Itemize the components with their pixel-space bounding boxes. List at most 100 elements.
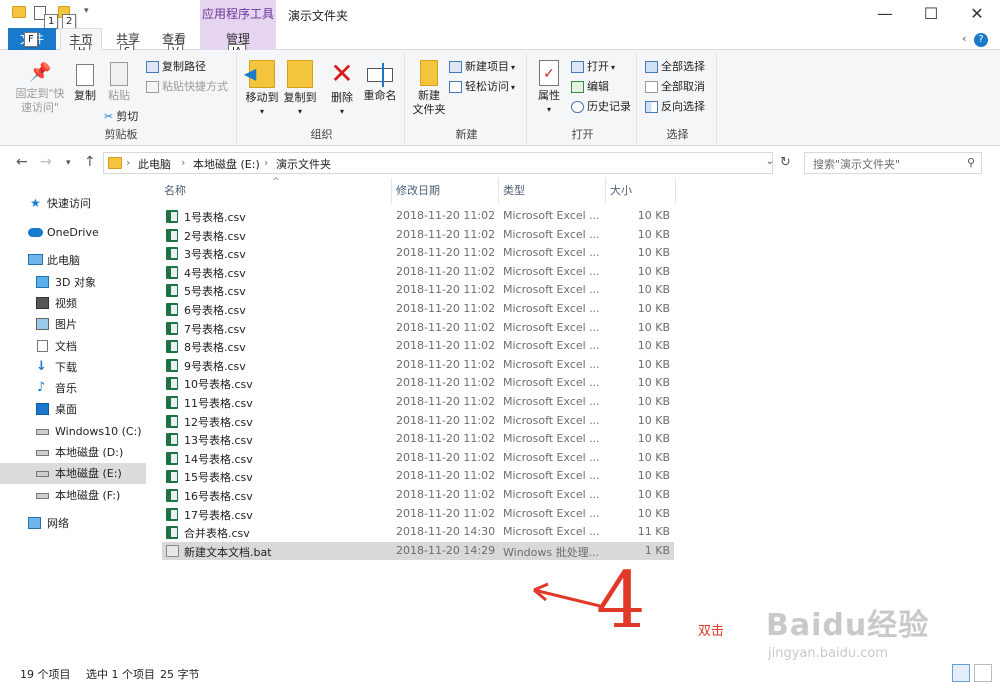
nav-item-quick-access[interactable]: ★ 快速访问 [0, 193, 146, 214]
nav-item-onedrive[interactable]: OneDrive [0, 222, 146, 243]
rename-button[interactable]: 重命名 [361, 56, 399, 103]
history-button[interactable]: 历史记录 [571, 98, 631, 116]
table-row[interactable]: 10号表格.csv 2018-11-20 11:02 Microsoft Excel… [162, 374, 674, 393]
star-icon: ★ [30, 196, 41, 210]
copy-button[interactable]: 复制 [70, 56, 100, 103]
new-folder-button[interactable]: 新建 文件夹 [411, 56, 447, 117]
address-history-dropdown-icon[interactable]: ⌄ [766, 156, 774, 167]
up-arrow-icon[interactable]: ↑ [84, 154, 96, 170]
nav-item-drive-d[interactable]: 本地磁盘 (D:) [0, 442, 146, 463]
nav-label: 视频 [55, 297, 77, 310]
quick-access-dropdown-icon[interactable]: ▾ [84, 6, 89, 16]
copy-path-button[interactable]: 复制路径 [146, 58, 206, 76]
search-input[interactable]: 搜索"演示文件夹" ⚲ [804, 152, 982, 174]
table-row[interactable]: 3号表格.csv 2018-11-20 11:02 Microsoft Excel … [162, 244, 674, 263]
search-icon[interactable]: ⚲ [967, 156, 975, 169]
nav-item-network[interactable]: 网络 [0, 513, 146, 534]
nav-item-downloads[interactable]: ↓ 下载 [0, 357, 146, 378]
open-button[interactable]: 打开 ▾ [571, 58, 615, 76]
properties-dropdown-icon: ▾ [546, 105, 551, 114]
file-size: 10 KB [637, 506, 670, 520]
table-row[interactable]: 15号表格.csv 2018-11-20 11:02 Microsoft Excel… [162, 467, 674, 486]
minimize-button[interactable]: — [862, 0, 908, 28]
properties-button[interactable]: ✓ 属性 ▾ [533, 56, 565, 117]
nav-item-drive-c[interactable]: Windows10 (C:) [0, 421, 146, 442]
file-date: 2018-11-20 11:02 [396, 246, 496, 260]
nav-item-this-pc[interactable]: 此电脑 [0, 250, 146, 271]
nav-item-videos[interactable]: 视频 [0, 293, 146, 314]
nav-item-drive-f[interactable]: 本地磁盘 (F:) [0, 485, 146, 506]
refresh-icon[interactable]: ↻ [780, 155, 791, 170]
table-row[interactable]: 1号表格.csv 2018-11-20 11:02 Microsoft Excel … [162, 207, 674, 226]
edit-icon [571, 81, 584, 93]
file-size: 10 KB [637, 302, 670, 315]
table-row[interactable]: 5号表格.csv 2018-11-20 11:02 Microsoft Excel … [162, 281, 674, 300]
history-clock-icon [571, 101, 584, 113]
maximize-button[interactable]: ☐ [908, 0, 954, 28]
collapse-ribbon-icon[interactable]: ‹ [962, 32, 966, 45]
move-to-button[interactable]: ◀ 移动到 ▾ [243, 56, 281, 119]
edit-label: 编辑 [587, 80, 609, 93]
table-row[interactable]: 合并表格.csv 2018-11-20 14:30 Microsoft Excel … [162, 523, 674, 542]
nav-item-music[interactable]: ♪ 音乐 [0, 378, 146, 399]
copy-to-button[interactable]: 复制到 ▾ [281, 56, 319, 119]
nav-item-desktop[interactable]: 桌面 [0, 399, 146, 420]
easy-access-button[interactable]: 轻松访问 ▾ [449, 78, 515, 96]
pin-quick-access-button[interactable]: 📌 固定到"快速访问" [10, 56, 70, 115]
large-icons-view-icon[interactable] [974, 664, 992, 682]
copy-path-icon [146, 61, 159, 73]
paste-shortcut-button[interactable]: 粘贴快捷方式 [146, 78, 228, 96]
delete-button[interactable]: ✕ 删除 ▾ [327, 56, 357, 119]
file-type: Microsoft Excel ... [503, 320, 600, 334]
forward-arrow-icon[interactable]: → [40, 154, 52, 170]
table-row[interactable]: 7号表格.csv 2018-11-20 11:02 Microsoft Excel … [162, 319, 674, 338]
breadcrumb-current-folder[interactable]: 演示文件夹 [276, 156, 331, 172]
column-header-name[interactable]: 名称 ^ [160, 177, 392, 204]
table-row[interactable]: 11号表格.csv 2018-11-20 11:02 Microsoft Excel… [162, 393, 674, 412]
select-none-icon [645, 81, 658, 93]
breadcrumb-drive-e[interactable]: 本地磁盘 (E:) [193, 156, 260, 172]
paste-button[interactable]: 粘贴 [104, 56, 134, 103]
copy-to-dropdown-icon: ▾ [297, 107, 302, 116]
nav-item-drive-e[interactable]: 本地磁盘 (E:) [0, 463, 146, 484]
table-row[interactable]: 8号表格.csv 2018-11-20 11:02 Microsoft Excel … [162, 337, 674, 356]
table-row[interactable]: 17号表格.csv 2018-11-20 11:02 Microsoft Excel… [162, 505, 674, 524]
column-header-type[interactable]: 类型 [499, 178, 606, 204]
table-row[interactable]: 2号表格.csv 2018-11-20 11:02 Microsoft Excel … [162, 226, 674, 245]
nav-label: 本地磁盘 (D:) [55, 446, 124, 459]
nav-item-documents[interactable]: 文档 [0, 336, 146, 357]
file-size: 10 KB [637, 320, 670, 334]
help-icon[interactable]: ? [974, 33, 988, 47]
table-row[interactable]: 9号表格.csv 2018-11-20 11:02 Microsoft Excel … [162, 356, 674, 375]
recent-locations-icon[interactable]: ▾ [66, 158, 71, 168]
invert-selection-button[interactable]: 反向选择 [645, 98, 705, 116]
column-header-size[interactable]: 大小 [606, 178, 676, 204]
back-arrow-icon[interactable]: ← [16, 154, 28, 170]
cut-button[interactable]: ✂ 剪切 [104, 108, 138, 126]
column-header-date[interactable]: 修改日期 [392, 178, 499, 204]
address-box[interactable]: › 此电脑 › 本地磁盘 (E:) › 演示文件夹 ⌄ [103, 152, 774, 174]
select-all-button[interactable]: 全部选择 [645, 58, 705, 76]
breadcrumb-this-pc[interactable]: 此电脑 [138, 156, 171, 172]
file-date: 2018-11-20 11:02 [396, 357, 496, 371]
edit-button[interactable]: 编辑 [571, 78, 609, 96]
table-row[interactable]: 6号表格.csv 2018-11-20 11:02 Microsoft Excel … [162, 300, 674, 319]
open-group: ✓ 属性 ▾ 打开 ▾ 编辑 历史记录 打开 [529, 54, 637, 144]
table-row[interactable]: 12号表格.csv 2018-11-20 11:02 Microsoft Excel… [162, 412, 674, 431]
file-date: 2018-11-20 11:02 [396, 302, 496, 315]
nav-item-pictures[interactable]: 图片 [0, 314, 146, 335]
details-view-icon[interactable] [952, 664, 970, 682]
breadcrumb-separator-icon[interactable]: › [126, 156, 130, 169]
table-row[interactable]: 14号表格.csv 2018-11-20 11:02 Microsoft Excel… [162, 449, 674, 468]
select-none-button[interactable]: 全部取消 [645, 78, 705, 96]
table-row[interactable]: 13号表格.csv 2018-11-20 11:02 Microsoft Excel… [162, 430, 674, 449]
table-row[interactable]: 4号表格.csv 2018-11-20 11:02 Microsoft Excel … [162, 263, 674, 282]
breadcrumb-separator-icon[interactable]: › [264, 156, 268, 169]
new-item-button[interactable]: 新建项目 ▾ [449, 58, 515, 76]
nav-item-3d-objects[interactable]: 3D 对象 [0, 272, 146, 293]
close-button[interactable]: ✕ [954, 0, 1000, 28]
breadcrumb-separator-icon[interactable]: › [181, 156, 185, 169]
table-row[interactable]: 16号表格.csv 2018-11-20 11:02 Microsoft Excel… [162, 486, 674, 505]
easy-access-icon [449, 81, 462, 93]
open-label: 打开 [587, 60, 609, 73]
